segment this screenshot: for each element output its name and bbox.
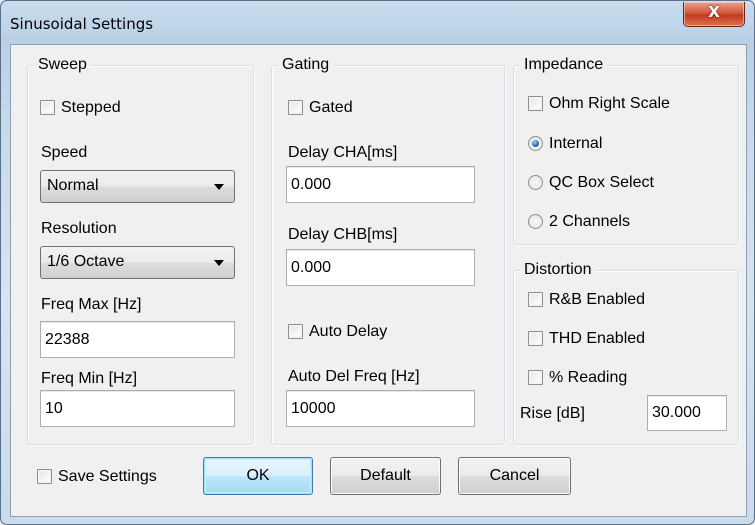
gated-checkbox[interactable] (288, 100, 303, 115)
rise-field[interactable] (647, 395, 727, 431)
radio-qc-box-select[interactable] (528, 175, 543, 190)
freq-min-label: Freq Min [Hz] (41, 370, 138, 387)
cancel-button[interactable]: Cancel (458, 457, 571, 495)
impedance-group: Impedance Ohm Right Scale Internal QC Bo… (513, 55, 739, 245)
distortion-group: Distortion R&B Enabled THD Enabled % Rea… (513, 260, 739, 445)
close-icon: X (708, 3, 720, 21)
gating-legend: Gating (278, 55, 334, 75)
gated-label: Gated (309, 99, 353, 116)
resolution-value: 1/6 Octave (47, 253, 125, 270)
freq-min-input[interactable] (41, 391, 234, 426)
ohm-right-scale-label: Ohm Right Scale (549, 95, 670, 112)
ohm-right-scale-checkbox[interactable] (528, 96, 543, 111)
radio-qc-box-select-label: QC Box Select (549, 174, 654, 191)
percent-reading-label: % Reading (549, 369, 628, 386)
rb-enabled-label: R&B Enabled (549, 291, 646, 308)
percent-reading-checkbox[interactable] (528, 370, 543, 385)
delay-chb-field[interactable] (286, 249, 475, 286)
resolution-label: Resolution (41, 220, 117, 237)
impedance-legend: Impedance (520, 55, 608, 75)
delay-cha-label: Delay CHA[ms] (288, 144, 398, 161)
freq-max-field[interactable] (40, 321, 235, 358)
freq-max-input[interactable] (41, 322, 234, 357)
rise-input[interactable] (648, 396, 726, 430)
stepped-label: Stepped (61, 99, 121, 116)
radio-2-channels-label: 2 Channels (549, 213, 630, 230)
save-settings-label: Save Settings (58, 468, 157, 485)
dialog-client-area: Sweep Stepped Speed Normal Resolution 1/… (10, 44, 747, 517)
rb-enabled-checkbox[interactable] (528, 292, 543, 307)
thd-enabled-checkbox[interactable] (528, 331, 543, 346)
distortion-legend: Distortion (520, 260, 596, 280)
delay-cha-field[interactable] (286, 166, 475, 203)
auto-delay-checkbox[interactable] (288, 324, 303, 339)
gating-group: Gating Gated Delay CHA[ms] Delay CHB[ms]… (271, 55, 505, 445)
auto-delay-label: Auto Delay (309, 323, 388, 340)
title-bar[interactable]: Sinusoidal Settings X (1, 1, 754, 43)
sweep-legend: Sweep (34, 55, 91, 75)
dialog-window: Sinusoidal Settings X Sweep Stepped Spee… (0, 0, 755, 525)
thd-enabled-label: THD Enabled (549, 330, 646, 347)
stepped-checkbox[interactable] (40, 100, 55, 115)
sweep-group: Sweep Stepped Speed Normal Resolution 1/… (27, 55, 254, 445)
delay-chb-input[interactable] (287, 250, 474, 285)
auto-del-freq-input[interactable] (287, 391, 474, 426)
delay-cha-input[interactable] (287, 167, 474, 202)
radio-internal[interactable] (528, 136, 543, 151)
delay-chb-label: Delay CHB[ms] (288, 226, 398, 243)
freq-min-field[interactable] (40, 390, 235, 427)
ok-button[interactable]: OK (203, 457, 313, 495)
speed-label: Speed (41, 144, 88, 161)
auto-del-freq-label: Auto Del Freq [Hz] (288, 368, 420, 385)
freq-max-label: Freq Max [Hz] (41, 296, 142, 313)
window-title: Sinusoidal Settings (10, 15, 154, 33)
auto-del-freq-field[interactable] (286, 390, 475, 427)
default-button[interactable]: Default (330, 457, 441, 495)
rise-label: Rise [dB] (520, 405, 585, 422)
chevron-down-icon (214, 184, 224, 190)
radio-2-channels[interactable] (528, 214, 543, 229)
chevron-down-icon (214, 260, 224, 266)
save-settings-checkbox[interactable] (37, 469, 52, 484)
speed-value: Normal (47, 177, 99, 194)
radio-internal-label: Internal (549, 135, 603, 152)
close-button[interactable]: X (683, 2, 745, 27)
resolution-dropdown[interactable]: 1/6 Octave (40, 246, 235, 279)
speed-dropdown[interactable]: Normal (40, 170, 235, 203)
